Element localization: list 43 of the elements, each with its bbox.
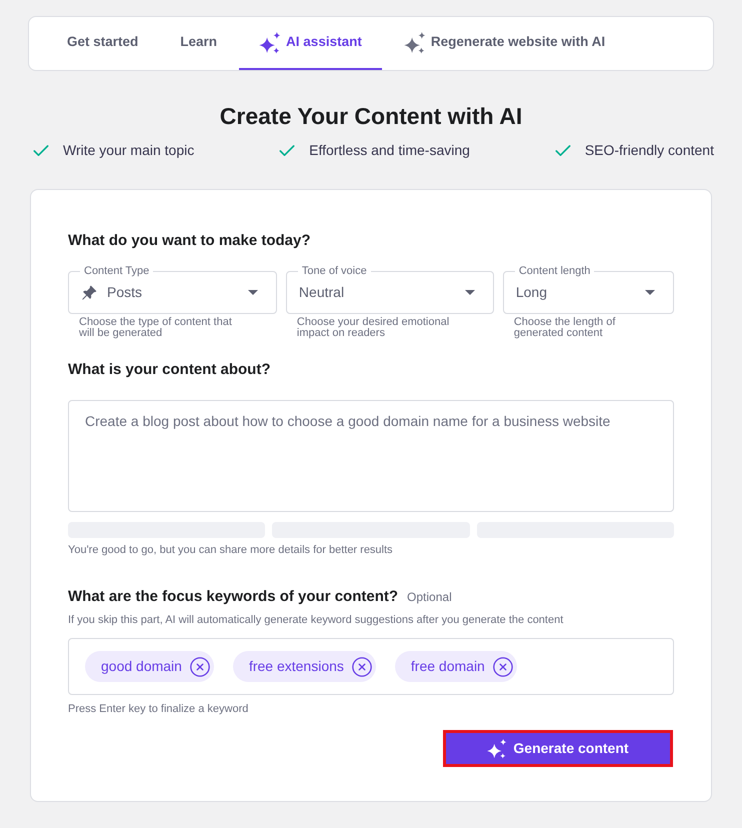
feature-text: SEO-friendly content — [584, 141, 714, 160]
feature-text: Effortless and time-saving — [309, 141, 470, 160]
sparkle-icon — [487, 738, 508, 758]
helper-text: Choose the type of content that will be generated — [78, 317, 233, 339]
nav-tab[interactable]: AI assistant — [239, 17, 382, 70]
caret-icon — [644, 290, 655, 295]
nav-tab[interactable]: Learn — [160, 17, 238, 70]
sparkle-icon — [259, 32, 282, 54]
close-icon[interactable] — [188, 656, 211, 678]
dropdown-field[interactable]: Content length Long — [502, 264, 674, 314]
helper-text: Choose the length of generated content — [512, 317, 616, 339]
chip-text: free extensions — [248, 657, 344, 676]
helper-text: Choose your desired emotional impact on readers — [296, 317, 450, 339]
dropdown-value: Posts — [107, 283, 144, 302]
dropdown-value: Neutral — [298, 283, 346, 302]
generate-button[interactable]: Generate content — [446, 733, 670, 764]
helper-text: If you skip this part, AI will automatically generate keyword suggestions after you generate the content — [68, 613, 564, 627]
field-label: Content Type — [83, 264, 150, 278]
nav-tab[interactable]: Regenerate website with AI — [384, 17, 626, 70]
chip-text: free domain — [410, 657, 485, 676]
pin-icon — [81, 284, 97, 300]
section-heading: What do you want to make today? — [68, 231, 312, 251]
caret-icon — [248, 290, 258, 295]
dropdown-value: Long — [516, 283, 548, 302]
feature-text: Write your main topic — [63, 141, 194, 160]
optional-label: Optional — [407, 589, 452, 606]
dropdown-field[interactable]: Tone of voice Neutral — [286, 264, 494, 314]
keywords-field[interactable]: good domain free extensions free domain — [68, 638, 674, 695]
chip-text: good domain — [101, 657, 182, 676]
field-label: Tone of voice — [300, 264, 368, 278]
topic-text-area[interactable]: Create a blog post about how to choose a good domain name for a business website — [68, 400, 674, 512]
field-label: Content length — [518, 264, 592, 278]
caret-icon — [464, 290, 475, 295]
page-title: Create Your Content with AI — [218, 102, 524, 131]
helper-text: You're good to go, but you can share more details for better results — [68, 543, 394, 557]
sparkle-icon — [404, 32, 426, 54]
nav-tab[interactable]: Get started — [47, 17, 158, 70]
dropdown-field[interactable]: Content Type Posts — [68, 264, 277, 314]
section-heading: What is your content about? — [68, 360, 272, 380]
close-icon[interactable] — [492, 656, 514, 678]
section-heading: What are the focus keywords of your content? — [68, 587, 398, 607]
helper-text: Press Enter key to finalize a keyword — [68, 702, 250, 716]
close-icon[interactable] — [350, 656, 373, 678]
